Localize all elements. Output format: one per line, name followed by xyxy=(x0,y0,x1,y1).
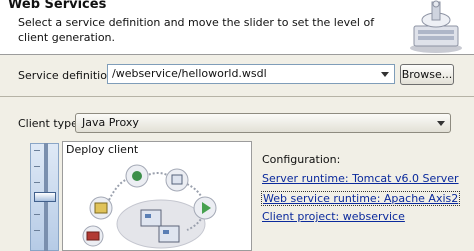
configuration-heading: Configuration: xyxy=(262,153,341,166)
header-separator xyxy=(0,54,474,55)
service-definition-combo[interactable]: /webservice/helloworld.wsdl xyxy=(107,64,395,84)
dropdown-arrow-icon[interactable] xyxy=(381,72,389,77)
slider-thumb[interactable] xyxy=(34,192,56,202)
wizard-title: Web Services xyxy=(8,0,107,12)
client-level-panel: Deploy client xyxy=(62,141,252,251)
deploy-stage-icons xyxy=(82,164,217,249)
service-definition-value[interactable]: /webservice/helloworld.wsdl xyxy=(112,67,267,80)
slider-tick xyxy=(34,150,40,151)
client-type-label: Client type: xyxy=(18,117,82,130)
section-separator xyxy=(0,96,474,97)
slider-tick xyxy=(34,230,40,231)
wizard-description: Select a service definition and move the… xyxy=(18,16,375,44)
client-type-value[interactable]: Java Proxy xyxy=(82,116,139,129)
browse-button[interactable]: Browse... xyxy=(400,64,454,85)
dropdown-arrow-icon[interactable] xyxy=(437,121,445,126)
web-service-runtime-link[interactable]: Web service runtime: Apache Axis2 xyxy=(261,191,461,206)
slider-tick xyxy=(34,214,40,215)
client-project-link[interactable]: Client project: webservice xyxy=(262,210,405,223)
slider-tick xyxy=(34,182,40,183)
wizard-header: Web Services Select a service definition… xyxy=(0,0,474,54)
web-services-header-icon xyxy=(410,0,462,53)
slider-tick xyxy=(34,166,40,167)
client-type-combo[interactable]: Java Proxy xyxy=(75,113,451,133)
service-definition-label: Service definition: xyxy=(18,69,118,82)
server-runtime-link[interactable]: Server runtime: Tomcat v6.0 Server xyxy=(262,172,459,185)
